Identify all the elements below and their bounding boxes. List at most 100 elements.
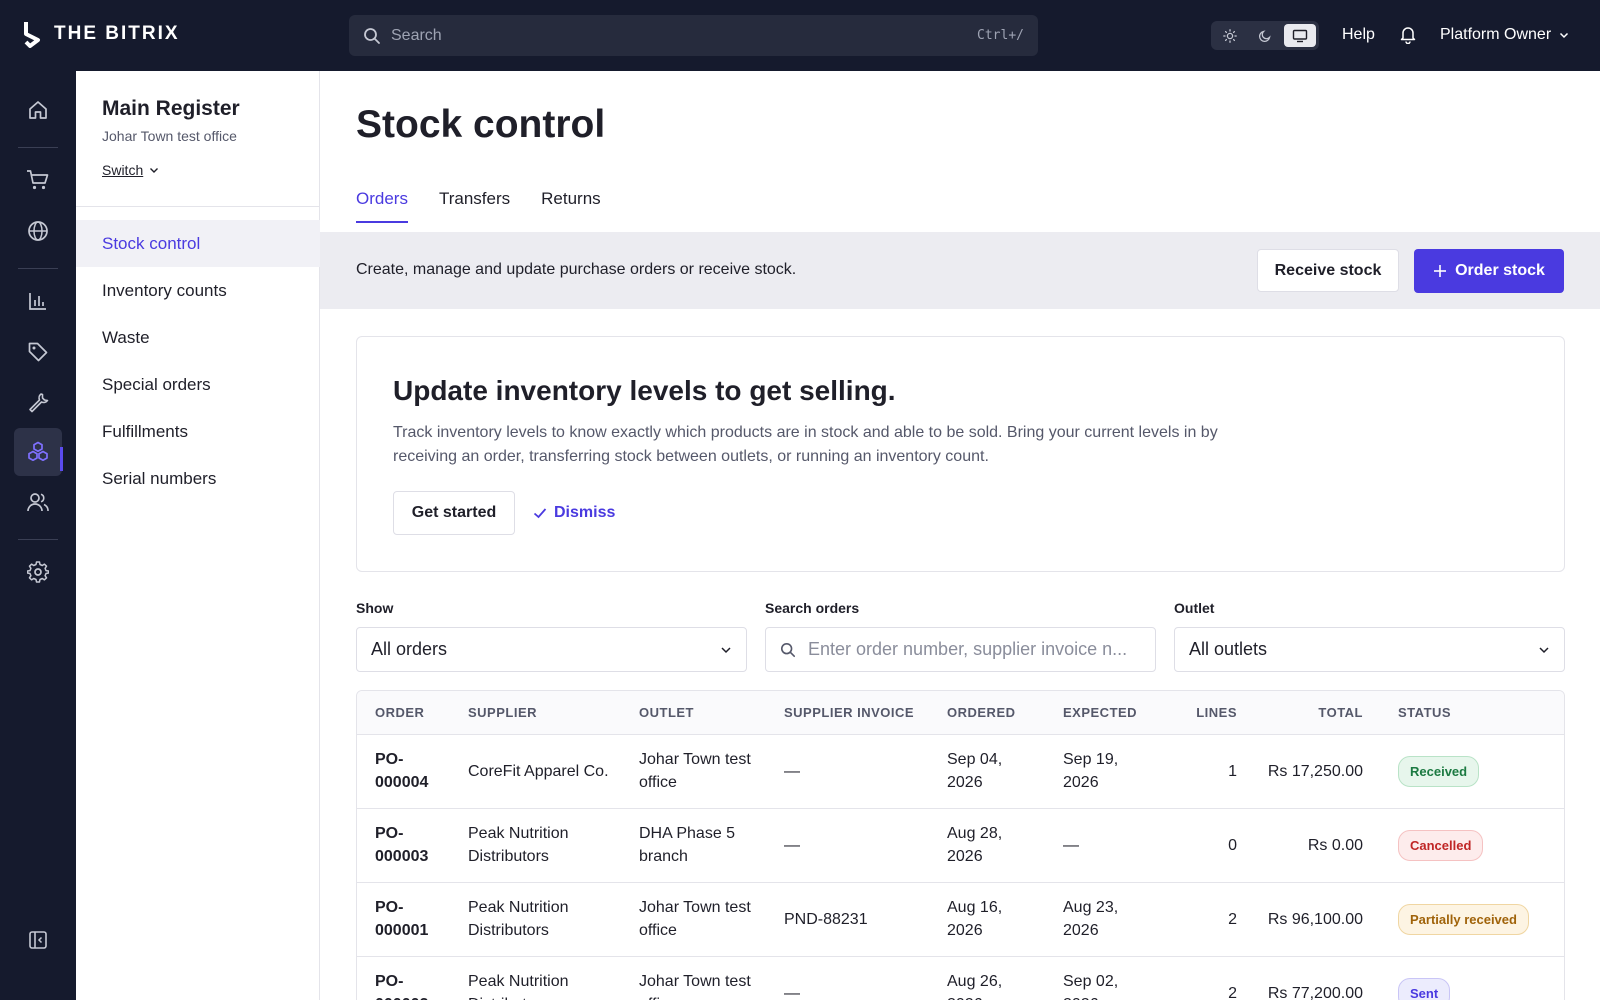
order-number[interactable]: PO-000003 bbox=[357, 808, 468, 883]
chevron-down-icon bbox=[721, 646, 731, 653]
page-description: Create, manage and update purchase order… bbox=[356, 261, 797, 278]
search-placeholder: Search bbox=[391, 26, 442, 44]
outlet-filter-value: All outlets bbox=[1189, 639, 1268, 659]
sidebar-item-serial-numbers[interactable]: Serial numbers bbox=[76, 455, 320, 502]
rail-active-indicator bbox=[60, 447, 63, 471]
invoice-cell: PND-88231 bbox=[784, 882, 947, 957]
dark-theme-button[interactable] bbox=[1249, 24, 1281, 47]
column-expected[interactable]: EXPECTED bbox=[1063, 691, 1177, 735]
help-link[interactable]: Help bbox=[1342, 26, 1375, 44]
search-orders-label: Search orders bbox=[765, 600, 860, 616]
show-filter-label: Show bbox=[356, 600, 394, 616]
table-row[interactable]: PO-000001 Peak Nutrition Distributors Jo… bbox=[357, 882, 1564, 957]
notifications-button[interactable] bbox=[1398, 24, 1418, 49]
column-total[interactable]: TOTAL bbox=[1237, 691, 1363, 735]
order-number[interactable]: PO-000004 bbox=[357, 734, 468, 809]
column-supplier[interactable]: SUPPLIER bbox=[468, 691, 639, 735]
rail-online[interactable] bbox=[14, 207, 62, 255]
home-icon bbox=[29, 101, 47, 119]
order-stock-button[interactable]: Order stock bbox=[1414, 249, 1564, 293]
cart-icon bbox=[27, 170, 49, 190]
rail-sell[interactable] bbox=[14, 156, 62, 204]
invoice-cell: — bbox=[784, 734, 947, 809]
action-bar: Create, manage and update purchase order… bbox=[320, 232, 1600, 309]
orders-table: ORDER SUPPLIER OUTLET SUPPLIER INVOICE O… bbox=[356, 690, 1565, 1000]
main-content: Stock control Orders Transfers Returns C… bbox=[320, 71, 1600, 1000]
column-lines[interactable]: LINES bbox=[1177, 691, 1237, 735]
rail-setup[interactable] bbox=[14, 378, 62, 426]
order-number[interactable]: PO-000002 bbox=[357, 956, 468, 1000]
tab-transfers[interactable]: Transfers bbox=[439, 189, 510, 223]
table-row[interactable]: PO-000004 CoreFit Apparel Co. Johar Town… bbox=[357, 734, 1564, 809]
column-supplier-invoice[interactable]: SUPPLIER INVOICE bbox=[784, 691, 947, 735]
get-started-button[interactable]: Get started bbox=[393, 491, 515, 535]
status-badge: Received bbox=[1398, 755, 1480, 787]
supplier-cell: Peak Nutrition Distributors bbox=[468, 808, 639, 883]
system-theme-button[interactable] bbox=[1284, 24, 1316, 47]
supplier-cell: Peak Nutrition Distributors bbox=[468, 882, 639, 957]
dismiss-button[interactable]: Dismiss bbox=[533, 491, 615, 535]
lines-cell: 2 bbox=[1177, 882, 1237, 957]
brand-name: THE BITRIX bbox=[54, 23, 180, 44]
search-orders-input[interactable]: Enter order number, supplier invoice n..… bbox=[765, 627, 1156, 672]
column-ordered[interactable]: ORDERED bbox=[947, 691, 1063, 735]
order-number[interactable]: PO-000001 bbox=[357, 882, 468, 957]
invoice-cell: — bbox=[784, 956, 947, 1000]
column-order[interactable]: ORDER bbox=[357, 691, 468, 735]
switch-label: Switch bbox=[102, 162, 144, 178]
supplier-cell: Peak Nutrition Distributors bbox=[468, 956, 639, 1000]
status-badge: Partially received bbox=[1398, 903, 1529, 935]
sidebar-item-inventory-counts[interactable]: Inventory counts bbox=[76, 267, 320, 314]
rail-home[interactable] bbox=[14, 86, 62, 134]
search-icon bbox=[780, 642, 796, 657]
nav-rail bbox=[0, 71, 76, 1000]
receive-stock-button[interactable]: Receive stock bbox=[1257, 249, 1399, 292]
column-status[interactable]: STATUS bbox=[1363, 691, 1564, 735]
chevron-down-icon bbox=[150, 168, 159, 173]
tab-orders[interactable]: Orders bbox=[356, 189, 408, 223]
switch-register-button[interactable]: Switch bbox=[102, 162, 159, 178]
light-theme-button[interactable] bbox=[1214, 24, 1246, 47]
sidebar-item-stock-control[interactable]: Stock control bbox=[76, 220, 320, 267]
table-header-row: ORDER SUPPLIER OUTLET SUPPLIER INVOICE O… bbox=[357, 691, 1564, 735]
chevron-down-icon bbox=[1560, 32, 1569, 39]
table-row[interactable]: PO-000002 Peak Nutrition Distributors Jo… bbox=[357, 956, 1564, 1000]
lines-cell: 2 bbox=[1177, 956, 1237, 1000]
lines-cell: 1 bbox=[1177, 734, 1237, 809]
inventory-icon bbox=[28, 441, 48, 462]
sidebar-item-fulfillments[interactable]: Fulfillments bbox=[76, 408, 320, 455]
status-badge: Cancelled bbox=[1398, 829, 1484, 861]
total-cell: Rs 96,100.00 bbox=[1237, 882, 1363, 957]
invoice-cell: — bbox=[784, 808, 947, 883]
ordered-cell: Aug 28, 2026 bbox=[947, 808, 1063, 883]
gear-icon bbox=[27, 561, 49, 583]
user-menu[interactable]: Platform Owner bbox=[1440, 26, 1569, 44]
outlet-filter-select[interactable]: All outlets bbox=[1174, 627, 1565, 672]
tab-bar: Orders Transfers Returns bbox=[356, 189, 632, 223]
outlet-cell: DHA Phase 5 branch bbox=[639, 808, 784, 883]
collapse-sidebar-button[interactable] bbox=[14, 916, 62, 964]
outlet-cell: Johar Town test office bbox=[639, 734, 784, 809]
outlet-cell: Johar Town test office bbox=[639, 956, 784, 1000]
lines-cell: 0 bbox=[1177, 808, 1237, 883]
order-stock-label: Order stock bbox=[1455, 262, 1545, 279]
global-search[interactable]: Search Ctrl+/ bbox=[349, 15, 1038, 56]
brand[interactable]: THE BITRIX bbox=[22, 20, 180, 48]
monitor-icon bbox=[1292, 29, 1308, 42]
rail-inventory[interactable] bbox=[14, 428, 62, 476]
column-outlet[interactable]: OUTLET bbox=[639, 691, 784, 735]
search-shortcut: Ctrl+/ bbox=[977, 28, 1024, 43]
promo-title: Update inventory levels to get selling. bbox=[393, 375, 896, 406]
table-row[interactable]: PO-000003 Peak Nutrition Distributors DH… bbox=[357, 808, 1564, 883]
moon-icon bbox=[1258, 29, 1271, 42]
tab-returns[interactable]: Returns bbox=[541, 189, 601, 223]
ordered-cell: Aug 26, 2026 bbox=[947, 956, 1063, 1000]
rail-settings[interactable] bbox=[14, 548, 62, 596]
sidebar-item-waste[interactable]: Waste bbox=[76, 314, 320, 361]
register-subtitle: Johar Town test office bbox=[102, 128, 237, 144]
rail-reporting[interactable] bbox=[14, 277, 62, 325]
show-filter-select[interactable]: All orders bbox=[356, 627, 747, 672]
rail-customers[interactable] bbox=[14, 478, 62, 526]
rail-catalog[interactable] bbox=[14, 328, 62, 376]
sidebar-item-special-orders[interactable]: Special orders bbox=[76, 361, 320, 408]
